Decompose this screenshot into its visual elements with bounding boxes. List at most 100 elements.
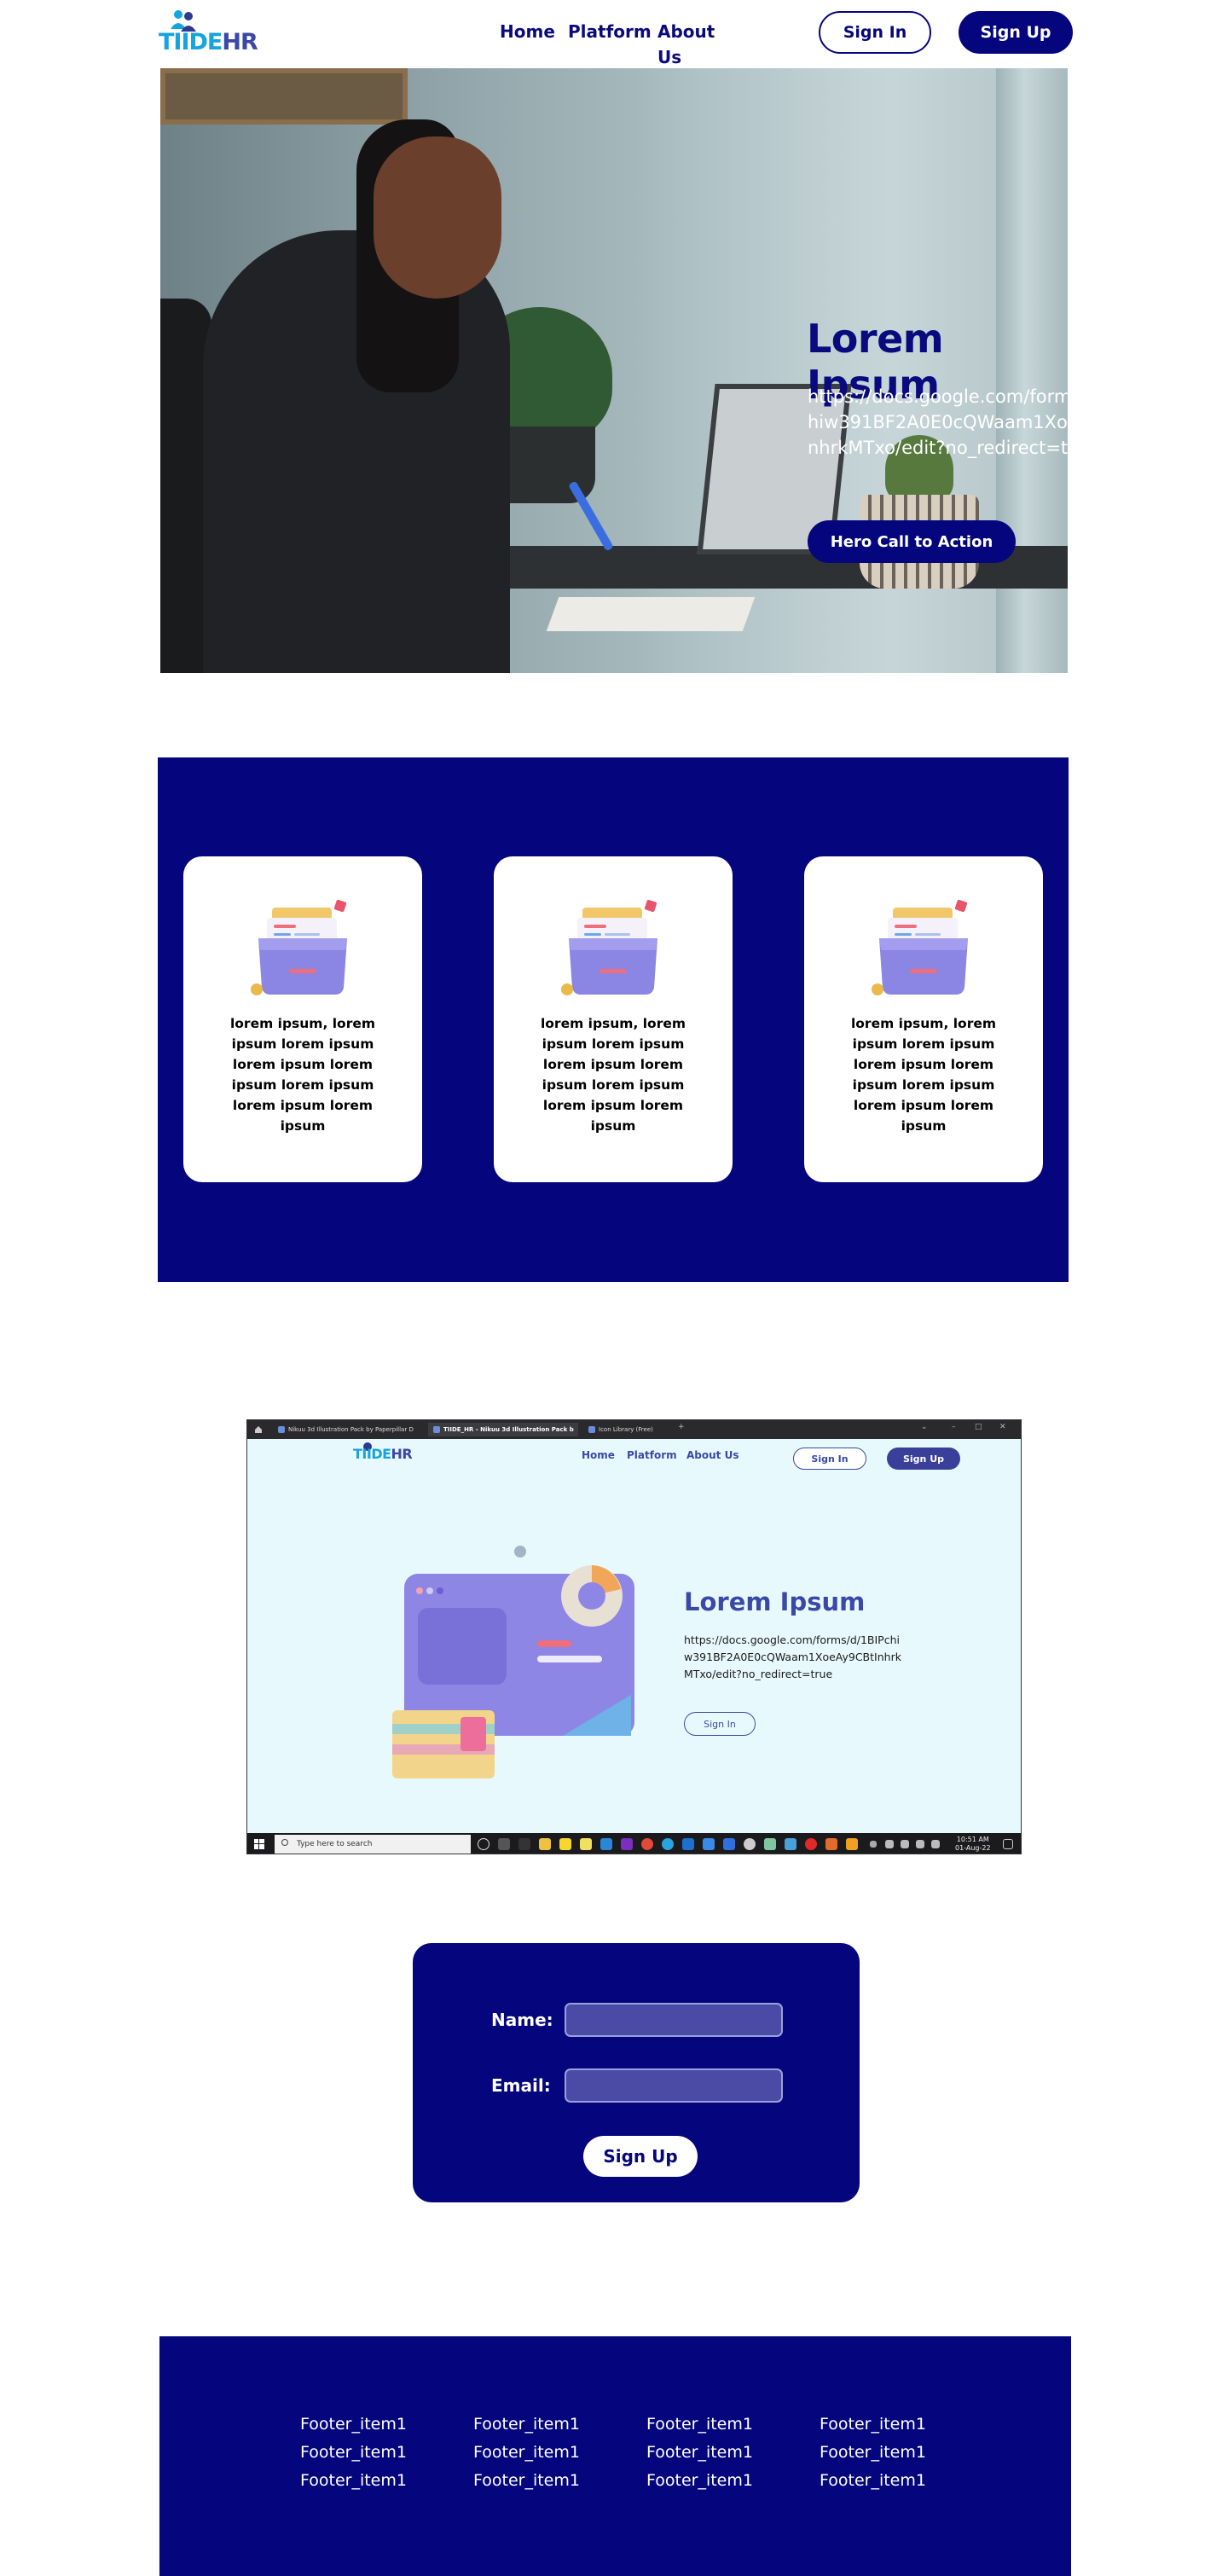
figma-icon [846,1838,858,1850]
screenshot-sign-in-cta: Sign In [684,1712,756,1736]
windows-taskbar: Type here to search 10:51 AM 01-Aug-22 [247,1833,1021,1854]
close-icon: ✕ [999,1423,1006,1431]
hero-cta-button[interactable]: Hero Call to Action [808,520,1016,563]
screenshot-sign-in-button: Sign In [793,1448,866,1470]
nav-home[interactable]: Home [500,19,555,44]
logo-text-part1: TIIDE [159,29,223,55]
footer-links: Footer_item1 Footer_item1 Footer_item1 F… [300,2412,993,2493]
zoom-icon [703,1838,715,1850]
windows-start-icon [254,1839,264,1849]
feature-card: lorem ipsum, lorem ipsum lorem ipsum lor… [804,856,1043,1182]
site-footer: Footer_item1 Footer_item1 Footer_item1 F… [159,2336,1071,2576]
browser-window-illustration [392,1546,634,1778]
notification-icon [1003,1839,1013,1849]
email-field[interactable] [565,2068,783,2103]
photoshop-icon [682,1838,694,1850]
chevron-down-icon: ⌄ [921,1423,928,1431]
sign-up-button[interactable]: Sign Up [959,11,1073,54]
browser-tab-active: TIIDE_HR - Nikuu 3d Illustration Pack b [428,1423,578,1436]
inbox-tray-icon [561,899,657,995]
app-icon [785,1838,796,1850]
app-icon [621,1838,633,1850]
screenshot-nav-home: Home [582,1449,615,1461]
footer-link[interactable]: Footer_item1 [646,2469,820,2493]
search-icon [281,1839,288,1846]
chat-icon [723,1838,735,1850]
network-icon [885,1840,894,1848]
screenshot-text: https://docs.google.com/forms/d/1BIPchiw… [684,1633,901,1680]
browser-tab: Icon Library (Free) [583,1423,669,1436]
feature-card: lorem ipsum, lorem ipsum lorem ipsum lor… [494,856,733,1182]
hero-photo-frame [160,68,408,125]
features-section: lorem ipsum, lorem ipsum lorem ipsum lor… [158,757,1069,1282]
name-field[interactable] [565,2003,783,2037]
logo[interactable]: TIIDEHR [159,7,258,58]
hero-notebook [546,597,756,631]
home-icon [255,1426,262,1433]
inbox-tray-icon [251,899,347,995]
clock-time: 10:51 AM [956,1836,989,1843]
feature-card-text: lorem ipsum, lorem ipsum lorem ipsum lor… [850,1016,997,1134]
feature-card: lorem ipsum, lorem ipsum lorem ipsum lor… [183,856,422,1182]
cortana-icon [478,1838,489,1850]
footer-link[interactable]: Footer_item1 [300,2412,473,2437]
screenshot-nav-platform: Platform [627,1449,677,1461]
app-icon [764,1838,776,1850]
footer-link[interactable]: Footer_item1 [473,2412,646,2437]
file-explorer-icon [539,1838,551,1850]
footer-link[interactable]: Footer_item1 [646,2440,820,2465]
sticky-notes-icon [559,1838,571,1850]
screenshot-nav-about: About Us [686,1449,739,1461]
logo-text: TIIDEHR [159,29,258,55]
footer-link[interactable]: Footer_item1 [646,2412,820,2437]
footer-link[interactable]: Footer_item1 [300,2469,473,2493]
site-header: TIIDEHR Home Platform About Us Sign In S… [0,0,1228,68]
inbox-tray-icon [872,899,968,995]
nav-about-us[interactable]: About Us [657,19,719,70]
screenshot-logo-part2: HR [391,1446,413,1462]
volume-icon [916,1840,924,1848]
wifi-icon [901,1840,909,1848]
logo-text-part2: HR [222,29,258,55]
browser-icon [744,1838,756,1850]
footer-link[interactable]: Footer_item1 [300,2440,473,2465]
screenshot-logo: TIIDEHR [353,1446,413,1462]
footer-link[interactable]: Footer_item1 [820,2412,993,2437]
chrome-icon [641,1838,653,1850]
task-view-icon [498,1838,510,1850]
footer-link[interactable]: Footer_item1 [820,2469,993,2493]
hero-text: https://docs.google.com/forms/d/1BIPchiw… [808,386,1068,458]
hero-person-head [374,136,501,299]
clock-date: 01-Aug-22 [955,1844,991,1852]
opera-icon [805,1838,817,1850]
hero-section: Lorem Ipsum https://docs.google.com/form… [160,68,1068,673]
vlc-icon [825,1838,837,1850]
feature-card-text: lorem ipsum, lorem ipsum lorem ipsum lor… [229,1016,376,1134]
notes-icon [580,1838,592,1850]
new-tab-icon: + [678,1423,685,1431]
nav-platform[interactable]: Platform [568,19,652,44]
footer-link[interactable]: Footer_item1 [473,2440,646,2465]
signup-form: Name: Email: Sign Up [413,1943,860,2202]
email-label: Email: [491,2075,551,2096]
language-icon [931,1840,940,1848]
product-screenshot: Nikuu 3d Illustration Pack by Paperpilla… [246,1419,1022,1854]
chevron-up-icon [870,1841,877,1848]
minimize-icon: – [952,1423,956,1431]
sign-up-submit-button[interactable]: Sign Up [583,2136,698,2177]
vscode-icon [600,1838,612,1850]
footer-link[interactable]: Footer_item1 [820,2440,993,2465]
footer-link[interactable]: Footer_item1 [473,2469,646,2493]
telegram-icon [662,1838,674,1850]
browser-tab-bar: Nikuu 3d Illustration Pack by Paperpilla… [247,1420,1021,1439]
taskbar-search-box: Type here to search [275,1835,471,1854]
screenshot-title: Lorem Ipsum [684,1587,866,1616]
feature-card-text: lorem ipsum, lorem ipsum lorem ipsum lor… [540,1016,686,1134]
terminal-icon [518,1838,530,1850]
taskbar-clock: 10:51 AM 01-Aug-22 [955,1836,991,1853]
sign-in-button[interactable]: Sign In [819,11,931,54]
name-label: Name: [491,2010,553,2030]
browser-tab: Nikuu 3d Illustration Pack by Paperpilla… [273,1423,423,1436]
screenshot-logo-part1: TIIDE [353,1446,391,1462]
screenshot-sign-up-button: Sign Up [887,1448,960,1470]
